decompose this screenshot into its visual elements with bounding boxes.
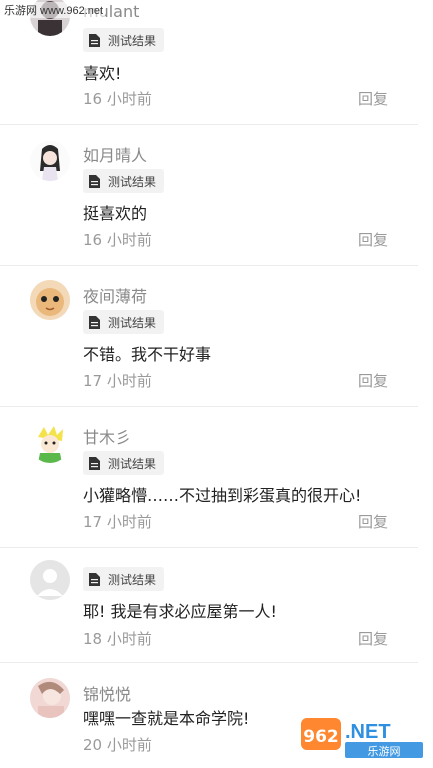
document-icon	[89, 174, 100, 188]
comment-item: 如月晴人 测试结果 挺喜欢的 16 小时前 回复	[0, 125, 418, 266]
comment-time: 17 小时前	[83, 372, 152, 390]
tag-label: 测试结果	[108, 174, 157, 189]
comment-text: 小獾略懵……不过抽到彩蛋真的很开心!	[83, 486, 362, 505]
logo-suffix: .NET	[345, 721, 391, 743]
test-result-tag[interactable]: 测试结果	[83, 567, 165, 591]
reply-button[interactable]: 回复	[358, 88, 388, 109]
avatar[interactable]	[30, 560, 70, 600]
reply-button[interactable]: 回复	[358, 628, 388, 649]
comment-time: 20 小时前	[83, 736, 152, 754]
comment-text: 喜欢!	[83, 64, 122, 83]
document-icon	[89, 33, 100, 47]
comment-text: 嘿嘿一查就是本命学院!	[83, 709, 250, 728]
comment-time: 18 小时前	[83, 630, 152, 648]
avatar[interactable]	[30, 423, 70, 463]
comment-item: mulant 测试结果 喜欢! 16 小时前 回复	[0, 0, 418, 125]
test-result-tag[interactable]: 测试结果	[83, 28, 165, 52]
test-result-tag[interactable]: 测试结果	[83, 310, 165, 334]
logo-sub: 乐游网	[368, 745, 401, 758]
tag-label: 测试结果	[108, 456, 157, 471]
reply-button[interactable]: 回复	[358, 511, 388, 532]
tag-label: 测试结果	[108, 33, 157, 48]
tag-label: 测试结果	[108, 572, 157, 587]
reply-button[interactable]: 回复	[358, 229, 388, 250]
reply-button[interactable]: 回复	[358, 370, 388, 391]
test-result-tag[interactable]: 测试结果	[83, 451, 165, 475]
tag-label: 测试结果	[108, 315, 157, 330]
comment-username[interactable]: 甘木彡	[83, 424, 131, 448]
comment-username[interactable]: 如月晴人	[83, 142, 147, 166]
comment-item: 甘木彡 测试结果 小獾略懵……不过抽到彩蛋真的很开心! 17 小时前 回复	[0, 407, 418, 548]
comment-text: 耶! 我是有求必应屋第一人!	[83, 602, 277, 621]
document-icon	[89, 456, 100, 470]
comment-item: 夜间薄荷 测试结果 不错。我不干好事 17 小时前 回复	[0, 266, 418, 407]
avatar[interactable]	[30, 280, 70, 320]
comment-username[interactable]: 锦悦悦	[83, 681, 131, 705]
test-result-tag[interactable]: 测试结果	[83, 169, 165, 193]
comment-text: 不错。我不干好事	[83, 345, 212, 364]
document-icon	[89, 315, 100, 329]
comment-username[interactable]: 夜间薄荷	[83, 283, 147, 307]
comment-item: 测试结果 耶! 我是有求必应屋第一人! 18 小时前 回复	[0, 548, 418, 663]
logo-number: 962	[303, 727, 339, 747]
comment-time: 17 小时前	[83, 513, 152, 531]
avatar[interactable]	[30, 141, 70, 181]
comment-time: 16 小时前	[83, 231, 152, 249]
site-watermark: 乐游网 www.962.net	[2, 2, 106, 18]
avatar[interactable]	[30, 678, 70, 718]
comment-text: 挺喜欢的	[83, 204, 148, 223]
document-icon	[89, 572, 100, 586]
site-logo-watermark: 962 .NET 乐游网	[301, 714, 427, 760]
comment-time: 16 小时前	[83, 90, 152, 108]
